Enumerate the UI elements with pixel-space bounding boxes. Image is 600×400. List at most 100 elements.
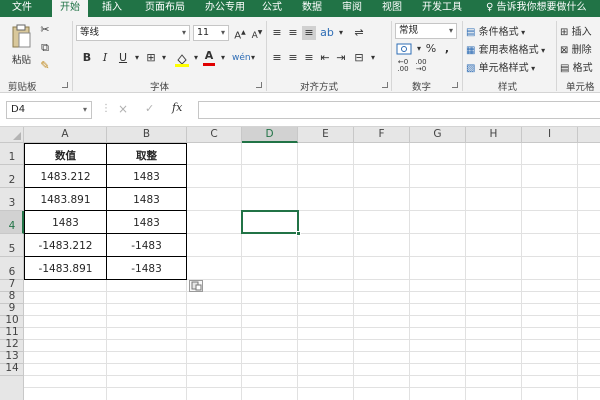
spreadsheet-grid[interactable]: A B C D E F G H I 1 2 3 4 5 6 7 8 9 10 1…: [0, 127, 600, 400]
tab-review[interactable]: 审阅: [338, 0, 366, 17]
insert-function-icon[interactable]: fx: [172, 101, 182, 114]
tab-developer[interactable]: 开发工具: [418, 0, 466, 17]
row-header-6[interactable]: 6: [0, 257, 24, 280]
clipboard-launcher-icon[interactable]: [62, 82, 68, 88]
cell-a3[interactable]: 1483.891: [25, 194, 106, 206]
cell-b3[interactable]: 1483: [107, 194, 186, 206]
chevron-down-icon[interactable]: ▾: [366, 51, 380, 65]
cell-styles-button[interactable]: ▧ 单元格样式 ▾: [466, 59, 535, 74]
column-header-d[interactable]: D: [242, 127, 298, 143]
row-header-4[interactable]: 4: [0, 211, 24, 234]
font-color-icon[interactable]: A: [202, 49, 216, 63]
align-center-icon[interactable]: ≡: [286, 51, 300, 65]
increase-indent-icon[interactable]: ⇥: [334, 51, 348, 65]
column-header-e[interactable]: E: [298, 127, 354, 143]
decrease-indent-icon[interactable]: ⇤: [318, 51, 332, 65]
font-name-select[interactable]: 等线 ▾: [76, 25, 190, 41]
selected-cell-d4[interactable]: [241, 210, 301, 236]
font-launcher-icon[interactable]: [256, 82, 262, 88]
row-header-2[interactable]: 2: [0, 165, 24, 188]
column-header-h[interactable]: H: [466, 127, 522, 143]
tab-data[interactable]: 数据: [298, 0, 326, 17]
tab-view[interactable]: 视图: [378, 0, 406, 17]
format-cells-button[interactable]: ▤ 格式: [560, 59, 593, 74]
number-launcher-icon[interactable]: [452, 82, 458, 88]
align-left-icon[interactable]: ≡: [270, 51, 284, 65]
paste-icon[interactable]: [10, 23, 32, 49]
insert-cells-button[interactable]: ⊞ 插入: [560, 23, 592, 38]
column-header-i[interactable]: I: [522, 127, 578, 143]
cell-b1[interactable]: 取整: [107, 148, 186, 163]
cell-a2[interactable]: 1483.212: [25, 171, 106, 183]
cell-a4[interactable]: 1483: [25, 217, 106, 229]
cancel-icon[interactable]: ×: [118, 102, 128, 116]
column-header-a[interactable]: A: [24, 127, 107, 143]
row-header-14[interactable]: 14: [0, 362, 24, 376]
chevron-down-icon[interactable]: ▾: [216, 51, 230, 65]
fill-handle[interactable]: [296, 231, 301, 236]
currency-icon[interactable]: [396, 42, 412, 56]
name-box[interactable]: D4 ▾: [6, 101, 92, 119]
chevron-down-icon[interactable]: ▾: [130, 51, 144, 65]
orientation-icon[interactable]: ab: [320, 26, 334, 40]
conditional-formatting-button[interactable]: ▤ 条件格式 ▾: [466, 23, 525, 38]
cell-b2[interactable]: 1483: [107, 171, 186, 183]
increase-font-icon[interactable]: A▲: [233, 26, 247, 41]
percent-button[interactable]: %: [424, 42, 438, 56]
cell-b4[interactable]: 1483: [107, 217, 186, 229]
tell-me-search[interactable]: ♀ 告诉我你想要做什么: [486, 0, 587, 17]
alignment-launcher-icon[interactable]: [382, 82, 388, 88]
enter-icon[interactable]: ✓: [145, 102, 154, 115]
align-top-icon[interactable]: ≡: [270, 26, 284, 40]
cell-b6[interactable]: -1483: [107, 263, 186, 275]
delete-cells-button[interactable]: ⊠ 删除: [560, 41, 592, 56]
tab-file[interactable]: 文件: [8, 0, 36, 17]
paste-options-icon[interactable]: [189, 280, 203, 292]
format-as-table-button[interactable]: ▦ 套用表格格式 ▾: [466, 41, 545, 56]
tab-insert[interactable]: 插入: [96, 0, 128, 17]
column-header-c[interactable]: C: [187, 127, 242, 143]
number-format-select[interactable]: 常规 ▾: [395, 23, 457, 39]
format-painter-icon[interactable]: ✎: [38, 59, 52, 73]
cell-b5[interactable]: -1483: [107, 240, 186, 252]
column-header-b[interactable]: B: [107, 127, 187, 143]
phonetic-icon[interactable]: wén: [232, 51, 251, 65]
italic-button[interactable]: I: [98, 51, 112, 65]
decrease-font-icon[interactable]: A▼: [250, 26, 264, 41]
formula-input[interactable]: [198, 101, 600, 119]
font-size-select[interactable]: 11 ▾: [193, 25, 229, 41]
row-header-1[interactable]: 1: [0, 143, 24, 165]
select-all-button[interactable]: [0, 127, 24, 143]
underline-button[interactable]: U: [116, 51, 130, 65]
column-header-f[interactable]: F: [354, 127, 410, 143]
tab-home[interactable]: 开始: [52, 0, 88, 17]
tab-page-layout[interactable]: 页面布局: [140, 0, 190, 17]
align-right-icon[interactable]: ≡: [302, 51, 316, 65]
bold-button[interactable]: B: [80, 51, 94, 65]
tab-formulas[interactable]: 公式: [258, 0, 286, 17]
cell-a1[interactable]: 数值: [25, 148, 106, 163]
column-header-partial[interactable]: [578, 127, 600, 143]
borders-icon[interactable]: ⊞: [144, 51, 158, 65]
chevron-down-icon[interactable]: ▾: [246, 51, 260, 65]
align-middle-icon[interactable]: ≡: [286, 26, 300, 40]
row-header-partial[interactable]: [0, 376, 24, 400]
comma-button[interactable]: ,: [440, 42, 454, 56]
increase-decimal-icon[interactable]: ←0.00: [396, 59, 410, 73]
cell-a5[interactable]: -1483.212: [25, 240, 106, 252]
column-header-g[interactable]: G: [410, 127, 466, 143]
chevron-down-icon[interactable]: ▾: [334, 26, 348, 40]
wrap-text-icon[interactable]: ⇌: [352, 26, 366, 40]
row-header-3[interactable]: 3: [0, 188, 24, 211]
decrease-decimal-icon[interactable]: .00 →0: [414, 59, 428, 73]
chevron-down-icon[interactable]: ▾: [189, 51, 203, 65]
row-header-5[interactable]: 5: [0, 234, 24, 257]
merge-center-icon[interactable]: ⊟: [352, 51, 366, 65]
align-bottom-icon[interactable]: ≡: [302, 26, 316, 40]
copy-icon[interactable]: ⧉: [38, 41, 52, 55]
cell-a6[interactable]: -1483.891: [25, 263, 106, 275]
fill-color-icon[interactable]: [174, 51, 190, 67]
chevron-down-icon[interactable]: ▾: [157, 51, 171, 65]
tab-office-tools[interactable]: 办公专用: [200, 0, 250, 17]
cut-icon[interactable]: ✂: [38, 23, 52, 37]
